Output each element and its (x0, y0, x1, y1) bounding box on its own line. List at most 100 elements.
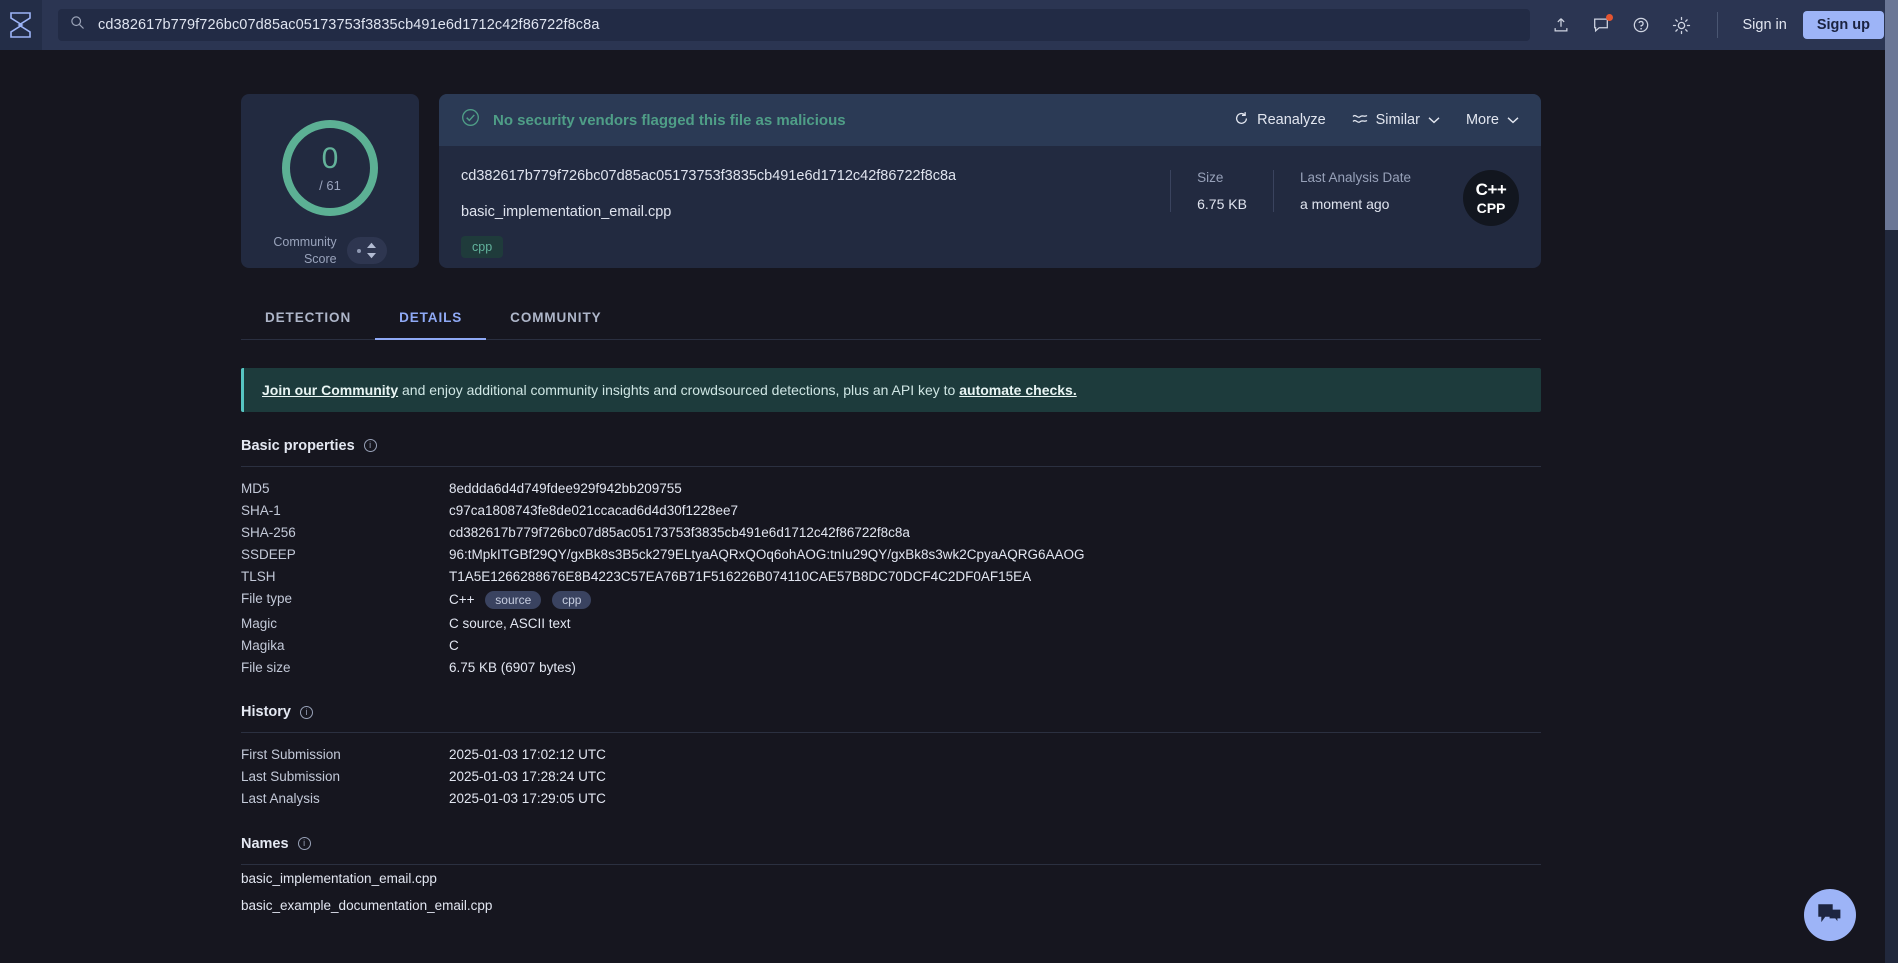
table-row: TLSH T1A5E1266288676E8B4223C57EA76B71F51… (241, 565, 1541, 587)
virustotal-logo[interactable] (0, 0, 42, 50)
meta-size-value: 6.75 KB (1197, 196, 1247, 212)
basic-properties-section: Basic properties i MD5 8eddda6d4d749fdee… (241, 438, 1541, 679)
history-title: History (241, 704, 291, 721)
search-bar[interactable] (58, 9, 1531, 41)
upload-icon[interactable] (1552, 16, 1570, 34)
community-score-row: Community Score (273, 234, 387, 268)
check-circle-icon (461, 108, 480, 132)
info-icon[interactable]: i (297, 837, 311, 851)
join-banner-text: and enjoy additional community insights … (398, 381, 960, 398)
vote-button[interactable] (346, 237, 387, 265)
magic-label: Magic (241, 615, 278, 631)
scrollbar-thumb[interactable] (1885, 0, 1898, 230)
pill-cpp[interactable]: cpp (552, 590, 592, 609)
table-row: SHA-256 cd382617b779f726bc07d85ac0517375… (241, 521, 1541, 543)
search-input[interactable] (98, 17, 1519, 33)
join-community-link[interactable]: Join our Community (262, 382, 398, 398)
file-type-badge-line2: CPP (1476, 200, 1506, 216)
detection-donut: 0 / 61 (278, 116, 382, 220)
pill-source[interactable]: source (485, 590, 542, 609)
tab-community[interactable]: COMMUNITY (486, 296, 625, 340)
page-body: 0 / 61 Community Score No security vendo… (0, 50, 1898, 963)
ssdeep-value: 96:tMpkITGBf29QY/gxBk8s3B5ck279ELtyaAQRx… (449, 546, 1085, 562)
community-score-card: 0 / 61 Community Score (241, 94, 419, 268)
last-submission-label: Last Submission (241, 769, 341, 785)
table-row: Last Submission 2025-01-03 17:28:24 UTC (241, 766, 1541, 788)
verdict-actions: Reanalyze Similar More (1234, 111, 1519, 130)
detection-count: 0 (321, 141, 339, 175)
file-summary-area: 0 / 61 Community Score No security vendo… (241, 94, 1541, 268)
reanalyze-button[interactable]: Reanalyze (1234, 111, 1326, 130)
refresh-icon (1234, 111, 1249, 130)
search-icon (70, 15, 86, 35)
magika-value: C (449, 637, 459, 653)
chat-bubbles-icon (1818, 904, 1842, 925)
file-type-badge-line1: C++ (1475, 180, 1507, 199)
history-header: History i (241, 704, 1541, 734)
table-row: Magic C source, ASCII text (241, 612, 1541, 634)
ssdeep-label: SSDEEP (241, 546, 296, 562)
vote-dot-icon (356, 248, 361, 253)
chat-support-button[interactable] (1804, 889, 1856, 941)
meta-last-analysis: Last Analysis Date a moment ago (1272, 170, 1437, 212)
community-score-label: Community Score (273, 235, 337, 266)
last-analysis-value: 2025-01-03 17:29:05 UTC (449, 791, 606, 807)
md5-value: 8eddda6d4d749fdee929f942bb209755 (449, 480, 682, 496)
top-bar-icons (1546, 12, 1722, 38)
names-section: Names i basic_implementation_email.cpp b… (241, 836, 1541, 919)
tlsh-label: TLSH (241, 568, 276, 584)
last-submission-value: 2025-01-03 17:28:24 UTC (449, 769, 606, 785)
file-hash: cd382617b779f726bc07d85ac05173753f3835cb… (461, 168, 957, 184)
tab-details[interactable]: DETAILS (375, 296, 487, 340)
file-size-value: 6.75 KB (6907 bytes) (449, 659, 576, 675)
sha256-value: cd382617b779f726bc07d85ac05173753f3835cb… (449, 524, 910, 540)
tab-bar: DETECTION DETAILS COMMUNITY (241, 296, 1541, 340)
first-submission-label: First Submission (241, 747, 341, 763)
verdict-bar: No security vendors flagged this file as… (439, 94, 1541, 146)
table-row: MD5 8eddda6d4d749fdee929f942bb209755 (241, 467, 1541, 500)
first-submission-value: 2025-01-03 17:02:12 UTC (449, 747, 606, 763)
magic-value: C source, ASCII text (449, 615, 571, 631)
feedback-icon[interactable] (1592, 14, 1614, 34)
meta-size: Size 6.75 KB (1170, 170, 1273, 212)
sign-up-button[interactable]: Sign up (1802, 11, 1884, 39)
page-scrollbar[interactable] (1885, 0, 1898, 963)
more-label: More (1465, 112, 1499, 128)
top-bar: Sign in Sign up (0, 0, 1898, 50)
table-row: SHA-1 c97ca1808743fe8de021ccacad6d4d30f1… (241, 499, 1541, 521)
info-icon[interactable]: i (299, 705, 313, 719)
theme-toggle-icon[interactable] (1672, 16, 1691, 35)
last-analysis-label: Last Analysis (241, 791, 320, 807)
basic-properties-title: Basic properties (241, 437, 355, 454)
sign-in-link[interactable]: Sign in (1742, 17, 1786, 33)
magika-label: Magika (241, 637, 285, 653)
similar-button[interactable]: Similar (1352, 112, 1440, 129)
meta-last-analysis-label: Last Analysis Date (1299, 170, 1411, 185)
meta-size-label: Size (1197, 170, 1224, 185)
similar-label: Similar (1375, 112, 1420, 128)
table-row: File type C++ source cpp (241, 587, 1541, 612)
file-detail-card: No security vendors flagged this file as… (439, 94, 1541, 268)
meta-last-analysis-value: a moment ago (1299, 196, 1390, 212)
file-type-text: C++ (449, 591, 475, 607)
basic-properties-header: Basic properties i (241, 438, 1541, 467)
tag-cpp[interactable]: cpp (461, 236, 504, 258)
virustotal-sigma-logo-icon (10, 12, 31, 38)
sha1-label: SHA-1 (241, 502, 281, 518)
automate-checks-link[interactable]: automate checks. (959, 382, 1077, 398)
file-type-value: C++ source cpp (449, 590, 592, 609)
verdict-text: No security vendors flagged this file as… (493, 111, 846, 129)
similar-waves-icon (1352, 112, 1368, 129)
detection-total: / 61 (319, 177, 341, 193)
info-icon[interactable]: i (363, 439, 377, 453)
chevron-down-icon (1507, 112, 1519, 128)
vote-updown-icon (366, 242, 377, 259)
tab-detection[interactable]: DETECTION (241, 296, 375, 340)
content-column: 0 / 61 Community Score No security vendo… (241, 50, 1541, 919)
list-item: basic_example_documentation_email.cpp (241, 897, 493, 913)
help-icon[interactable] (1632, 16, 1650, 34)
more-button[interactable]: More (1466, 112, 1519, 128)
table-row: Last Analysis 2025-01-03 17:29:05 UTC (241, 788, 1541, 810)
file-type-badge: C++ CPP (1463, 170, 1519, 226)
file-type-label: File type (241, 590, 293, 606)
